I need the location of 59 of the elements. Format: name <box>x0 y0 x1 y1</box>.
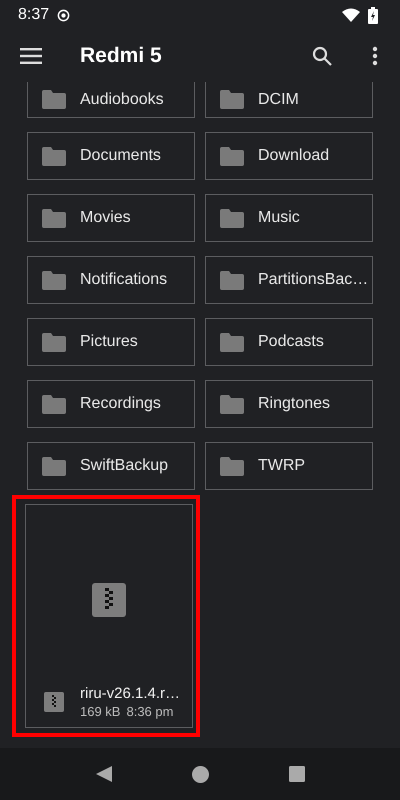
folder-icon <box>220 270 244 290</box>
folder-name: DCIM <box>258 90 299 108</box>
folder-icon <box>220 332 244 352</box>
file-size: 169 kB <box>80 704 120 719</box>
folder-name: SwiftBackup <box>80 457 168 475</box>
file-time: 8:36 pm <box>126 704 174 719</box>
folder-icon <box>220 456 244 476</box>
folder-icon <box>220 146 244 166</box>
folder-name: Ringtones <box>258 395 330 413</box>
folder-tile[interactable]: PartitionsBac… <box>205 256 373 304</box>
folder-name: TWRP <box>258 457 306 475</box>
home-icon[interactable] <box>192 766 208 782</box>
folder-tile[interactable]: DCIM <box>205 82 373 118</box>
folder-name: Movies <box>80 209 131 227</box>
folder-name: Notifications <box>80 271 168 289</box>
folder-icon <box>220 208 244 228</box>
folder-tile[interactable]: Music <box>205 194 373 242</box>
folder-icon <box>42 332 66 352</box>
folder-name: Download <box>258 147 330 165</box>
folder-tile[interactable]: Podcasts <box>205 318 373 366</box>
folder-tile[interactable]: Pictures <box>27 318 195 366</box>
file-name: riru-v26.1.4.r… <box>80 685 180 702</box>
battery-icon <box>368 6 378 24</box>
recents-icon[interactable] <box>288 766 304 782</box>
zip-file-icon <box>44 692 64 712</box>
folder-name: Podcasts <box>258 333 324 351</box>
file-tile[interactable]: riru-v26.1.4.r… 169 kB 8:36 pm <box>25 504 193 728</box>
folder-icon <box>42 456 66 476</box>
folder-icon <box>42 394 66 414</box>
status-time: 8:37 <box>18 6 50 24</box>
wifi-icon <box>342 8 360 22</box>
folder-icon <box>42 146 66 166</box>
folder-name: Pictures <box>80 333 138 351</box>
folder-icon <box>42 270 66 290</box>
folder-tile[interactable]: Audiobooks <box>27 82 195 118</box>
folder-tile[interactable]: Notifications <box>27 256 195 304</box>
folder-icon <box>42 90 66 109</box>
search-icon[interactable] <box>312 46 332 66</box>
back-icon[interactable] <box>96 766 112 782</box>
folder-icon <box>220 90 244 109</box>
folder-name: Audiobooks <box>80 90 164 108</box>
target-icon <box>57 8 70 22</box>
folder-name: Recordings <box>80 395 161 413</box>
folder-name: Documents <box>80 147 161 165</box>
folder-tile[interactable]: TWRP <box>205 442 373 490</box>
folder-tile[interactable]: SwiftBackup <box>27 442 195 490</box>
folder-tile[interactable]: Download <box>205 132 373 180</box>
menu-icon[interactable] <box>20 48 42 64</box>
folder-name: Music <box>258 209 300 227</box>
more-options-icon[interactable] <box>372 46 378 66</box>
folder-tile[interactable]: Ringtones <box>205 380 373 428</box>
folder-tile[interactable]: Documents <box>27 132 195 180</box>
zip-file-icon <box>92 583 126 617</box>
folder-tile[interactable]: Recordings <box>27 380 195 428</box>
folder-icon <box>42 208 66 228</box>
folder-tile[interactable]: Movies <box>27 194 195 242</box>
folder-icon <box>220 394 244 414</box>
app-title: Redmi 5 <box>80 44 162 68</box>
folder-name: PartitionsBac… <box>258 271 368 289</box>
